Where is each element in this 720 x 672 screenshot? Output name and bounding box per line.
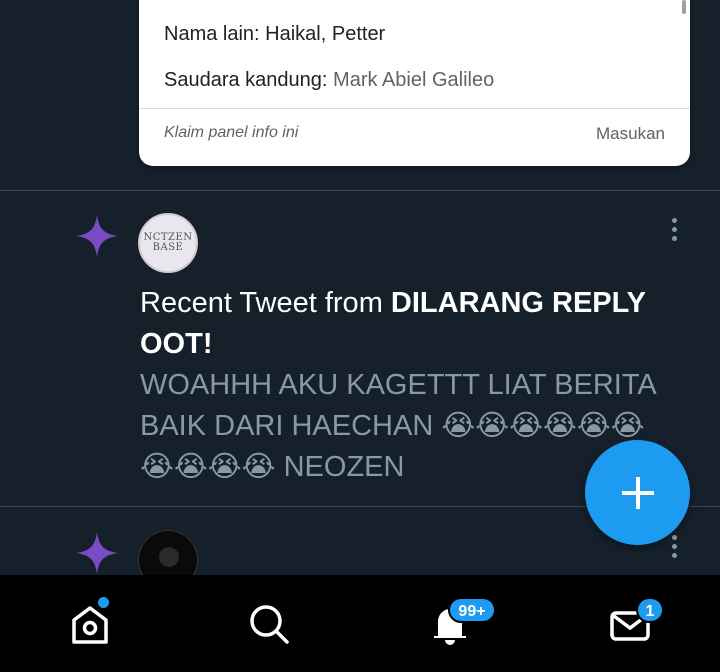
- avatar-logo-line2: BASE: [152, 242, 184, 253]
- sparkle-icon: [76, 215, 118, 257]
- card-divider: [139, 108, 690, 109]
- tweet-body: WOAHHH AKU KAGETTT LIAT BERITA BAIK DARI…: [140, 369, 656, 483]
- other-names-row: Nama lain: Haikal, Petter: [164, 23, 385, 46]
- sparkle-icon: [76, 532, 118, 574]
- other-names-value: Haikal, Petter: [265, 23, 386, 45]
- compose-button[interactable]: [585, 440, 690, 545]
- knowledge-panel-card: Nama lain: Haikal, Petter Saudara kandun…: [139, 0, 690, 166]
- bottom-navigation: 99+ 1: [0, 575, 720, 672]
- messages-badge: 1: [636, 597, 664, 623]
- tweet-intro: Recent Tweet from: [140, 287, 391, 319]
- plus-icon: [621, 476, 654, 509]
- nav-search[interactable]: [229, 575, 309, 672]
- claim-panel-link[interactable]: Klaim panel info ini: [164, 124, 298, 142]
- feedback-link[interactable]: Masukan: [596, 124, 665, 144]
- home-icon: [72, 605, 108, 644]
- card-scrollbar[interactable]: [682, 0, 686, 14]
- more-options-icon[interactable]: [672, 535, 678, 562]
- nav-home[interactable]: [50, 575, 130, 672]
- tweet-text[interactable]: Recent Tweet from DILARANG REPLY OOT! WO…: [140, 283, 660, 488]
- sibling-label: Saudara kandung:: [164, 69, 328, 91]
- nav-messages[interactable]: 1: [590, 575, 670, 672]
- avatar[interactable]: NCTZEN BASE: [138, 213, 198, 273]
- nav-notifications[interactable]: 99+: [410, 575, 496, 672]
- divider: [0, 190, 720, 191]
- other-names-label: Nama lain:: [164, 23, 260, 45]
- more-options-icon[interactable]: [672, 218, 678, 245]
- notifications-badge: 99+: [448, 597, 496, 623]
- sibling-value[interactable]: Mark Abiel Galileo: [333, 69, 494, 91]
- sibling-row: Saudara kandung: Mark Abiel Galileo: [164, 69, 494, 92]
- new-content-dot: [98, 597, 109, 608]
- search-icon: [250, 604, 289, 644]
